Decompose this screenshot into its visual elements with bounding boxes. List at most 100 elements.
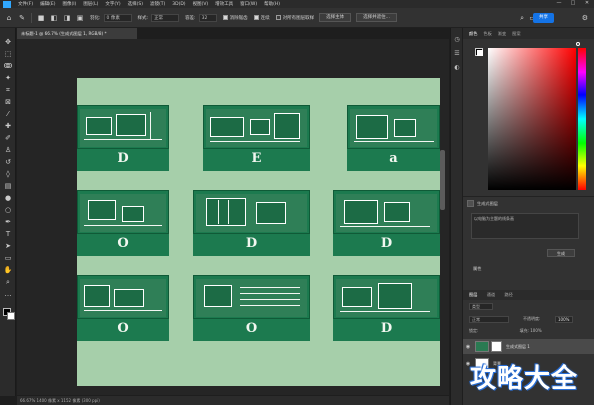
menu-select[interactable]: 选择(S) (128, 1, 143, 7)
settings-icon[interactable]: ⚙ (582, 14, 588, 22)
canvas-scrollbar[interactable] (440, 150, 445, 210)
line-art-image (350, 109, 437, 147)
minimize-button[interactable]: — (552, 0, 566, 6)
menu-type[interactable]: 文字(Y) (105, 1, 120, 7)
magic-wand-icon[interactable]: ✎ (18, 14, 26, 22)
menu-view[interactable]: 视图(V) (193, 1, 209, 7)
brush-tool-icon[interactable]: ✐ (3, 134, 13, 143)
eyedropper-tool-icon[interactable]: ⁄ (3, 110, 13, 119)
stamp-tool-icon[interactable]: ♙ (3, 146, 13, 155)
gradient-tool-icon[interactable]: ▤ (3, 182, 13, 191)
card-7: O (77, 275, 169, 341)
menu-layer[interactable]: 图层(L) (83, 1, 98, 7)
subtract-selection-icon[interactable]: ◨ (63, 14, 71, 22)
move-tool-icon[interactable]: ✥ (3, 38, 13, 47)
tab-paths[interactable]: 路径 (504, 292, 512, 297)
path-select-tool-icon[interactable]: ➤ (3, 242, 13, 251)
fill-label[interactable]: 填充: 100% (520, 328, 542, 333)
tab-layers[interactable]: 图层 (469, 292, 477, 297)
generate-button[interactable]: 生成 (547, 249, 575, 257)
layer-kind-filter[interactable]: 类型 (469, 303, 493, 310)
gen-section-header: 生成式图层 (463, 197, 594, 210)
line-art-image (196, 194, 307, 232)
search-icon[interactable]: ⌕ (520, 14, 524, 23)
line-art-image (336, 194, 437, 232)
tab-patterns[interactable]: 图案 (512, 31, 520, 37)
hand-tool-icon[interactable]: ✋ (3, 266, 13, 275)
blur-tool-icon[interactable]: ● (3, 194, 13, 203)
feather-input[interactable]: 0 像素 (103, 13, 132, 22)
gen-section-title: 生成式图层 (477, 200, 498, 206)
divider (31, 12, 32, 23)
watermark-logo: 攻略大全 (470, 364, 579, 394)
sample-all-checkbox[interactable] (275, 15, 281, 20)
shape-tool-icon[interactable]: ▭ (3, 254, 13, 263)
menu-3d[interactable]: 3D(D) (172, 2, 185, 7)
select-subject-button[interactable]: 选择主体 (319, 13, 352, 22)
menu-plugins[interactable]: 增效工具 (215, 1, 233, 7)
zoom-tool-icon[interactable]: ⌕ (3, 278, 13, 287)
visibility-eye-icon[interactable]: ◉ (463, 344, 473, 350)
properties-label[interactable]: 属性 (473, 266, 481, 272)
properties-icon[interactable]: ☰ (453, 50, 461, 58)
layer-row[interactable]: ◉ 生成式图层 1 (463, 339, 594, 354)
tab-color[interactable]: 颜色 (469, 31, 477, 37)
tab-gradients[interactable]: 渐变 (498, 31, 506, 37)
blend-mode-select[interactable]: 正常 (469, 316, 509, 323)
opacity-input[interactable]: 100% (555, 316, 573, 323)
card-6: D (333, 190, 440, 256)
maximize-button[interactable]: □ (566, 0, 580, 6)
add-selection-icon[interactable]: ◧ (50, 14, 58, 22)
healing-tool-icon[interactable]: ✚ (3, 122, 13, 131)
card-glyph: D (117, 151, 129, 166)
color-field[interactable] (488, 48, 576, 190)
prompt-input[interactable]: 以电脑为主题的线条画 (471, 213, 579, 239)
menu-help[interactable]: 帮助(H) (264, 1, 280, 7)
share-button[interactable]: 共享 (533, 13, 554, 23)
eraser-tool-icon[interactable]: ◊ (3, 170, 13, 179)
magic-wand-tool-icon[interactable]: ✦ (3, 74, 13, 83)
antialias-checkbox[interactable] (222, 15, 228, 20)
adjustments-icon[interactable]: ◐ (453, 64, 461, 72)
type-tool-icon[interactable]: T (3, 230, 13, 239)
line-art-image (80, 109, 166, 147)
artboard[interactable]: D E a O D D O O D (77, 78, 440, 386)
contiguous-checkbox[interactable] (253, 15, 259, 20)
new-selection-icon[interactable]: ■ (37, 14, 45, 22)
document-tab[interactable]: 未标题-1 @ 66.7% (生成式图层 1, RGB/8) * (17, 28, 137, 39)
card-glyph: O (245, 321, 258, 336)
hue-slider[interactable] (578, 48, 586, 190)
lasso-tool-icon[interactable]: ↂ (3, 62, 13, 71)
intersect-selection-icon[interactable]: ▣ (76, 14, 84, 22)
card-1: D (77, 105, 169, 171)
layer-thumbnail (475, 341, 489, 352)
background-color-swatch[interactable] (7, 312, 15, 320)
menu-filter[interactable]: 滤镜(T) (150, 1, 165, 7)
history-icon[interactable]: ◷ (453, 36, 461, 44)
crop-tool-icon[interactable]: ⌗ (3, 86, 13, 95)
sample-all-label: 对所有图层取样 (282, 15, 315, 21)
select-mask-button[interactable]: 选择并遮住... (356, 13, 397, 22)
more-tools-icon[interactable]: … (3, 290, 13, 299)
pen-tool-icon[interactable]: ✒ (3, 218, 13, 227)
tolerance-input[interactable]: 32 (198, 13, 217, 22)
menu-edit[interactable]: 编辑(E) (40, 1, 55, 7)
frame-tool-icon[interactable]: ⊠ (3, 98, 13, 107)
home-icon[interactable]: ⌂ (5, 14, 13, 22)
menu-window[interactable]: 窗口(W) (240, 1, 257, 7)
close-button[interactable]: ✕ (580, 0, 594, 6)
color-picker-handle[interactable] (576, 42, 580, 46)
style-select[interactable]: 正常 (151, 13, 180, 22)
marquee-tool-icon[interactable]: ⬚ (3, 50, 13, 59)
history-brush-icon[interactable]: ↺ (3, 158, 13, 167)
card-2: E (203, 105, 310, 171)
color-panel-background[interactable] (477, 50, 483, 56)
tab-swatches[interactable]: 色板 (483, 31, 491, 37)
menu-image[interactable]: 图像(I) (62, 1, 76, 7)
card-glyph: O (117, 321, 129, 336)
opacity-label: 不透明度: (523, 316, 541, 321)
menu-file[interactable]: 文件(F) (18, 1, 33, 7)
dodge-tool-icon[interactable]: ○ (3, 206, 13, 215)
generative-layer-section: 生成式图层 (463, 196, 594, 286)
tab-channels[interactable]: 通道 (487, 292, 495, 297)
